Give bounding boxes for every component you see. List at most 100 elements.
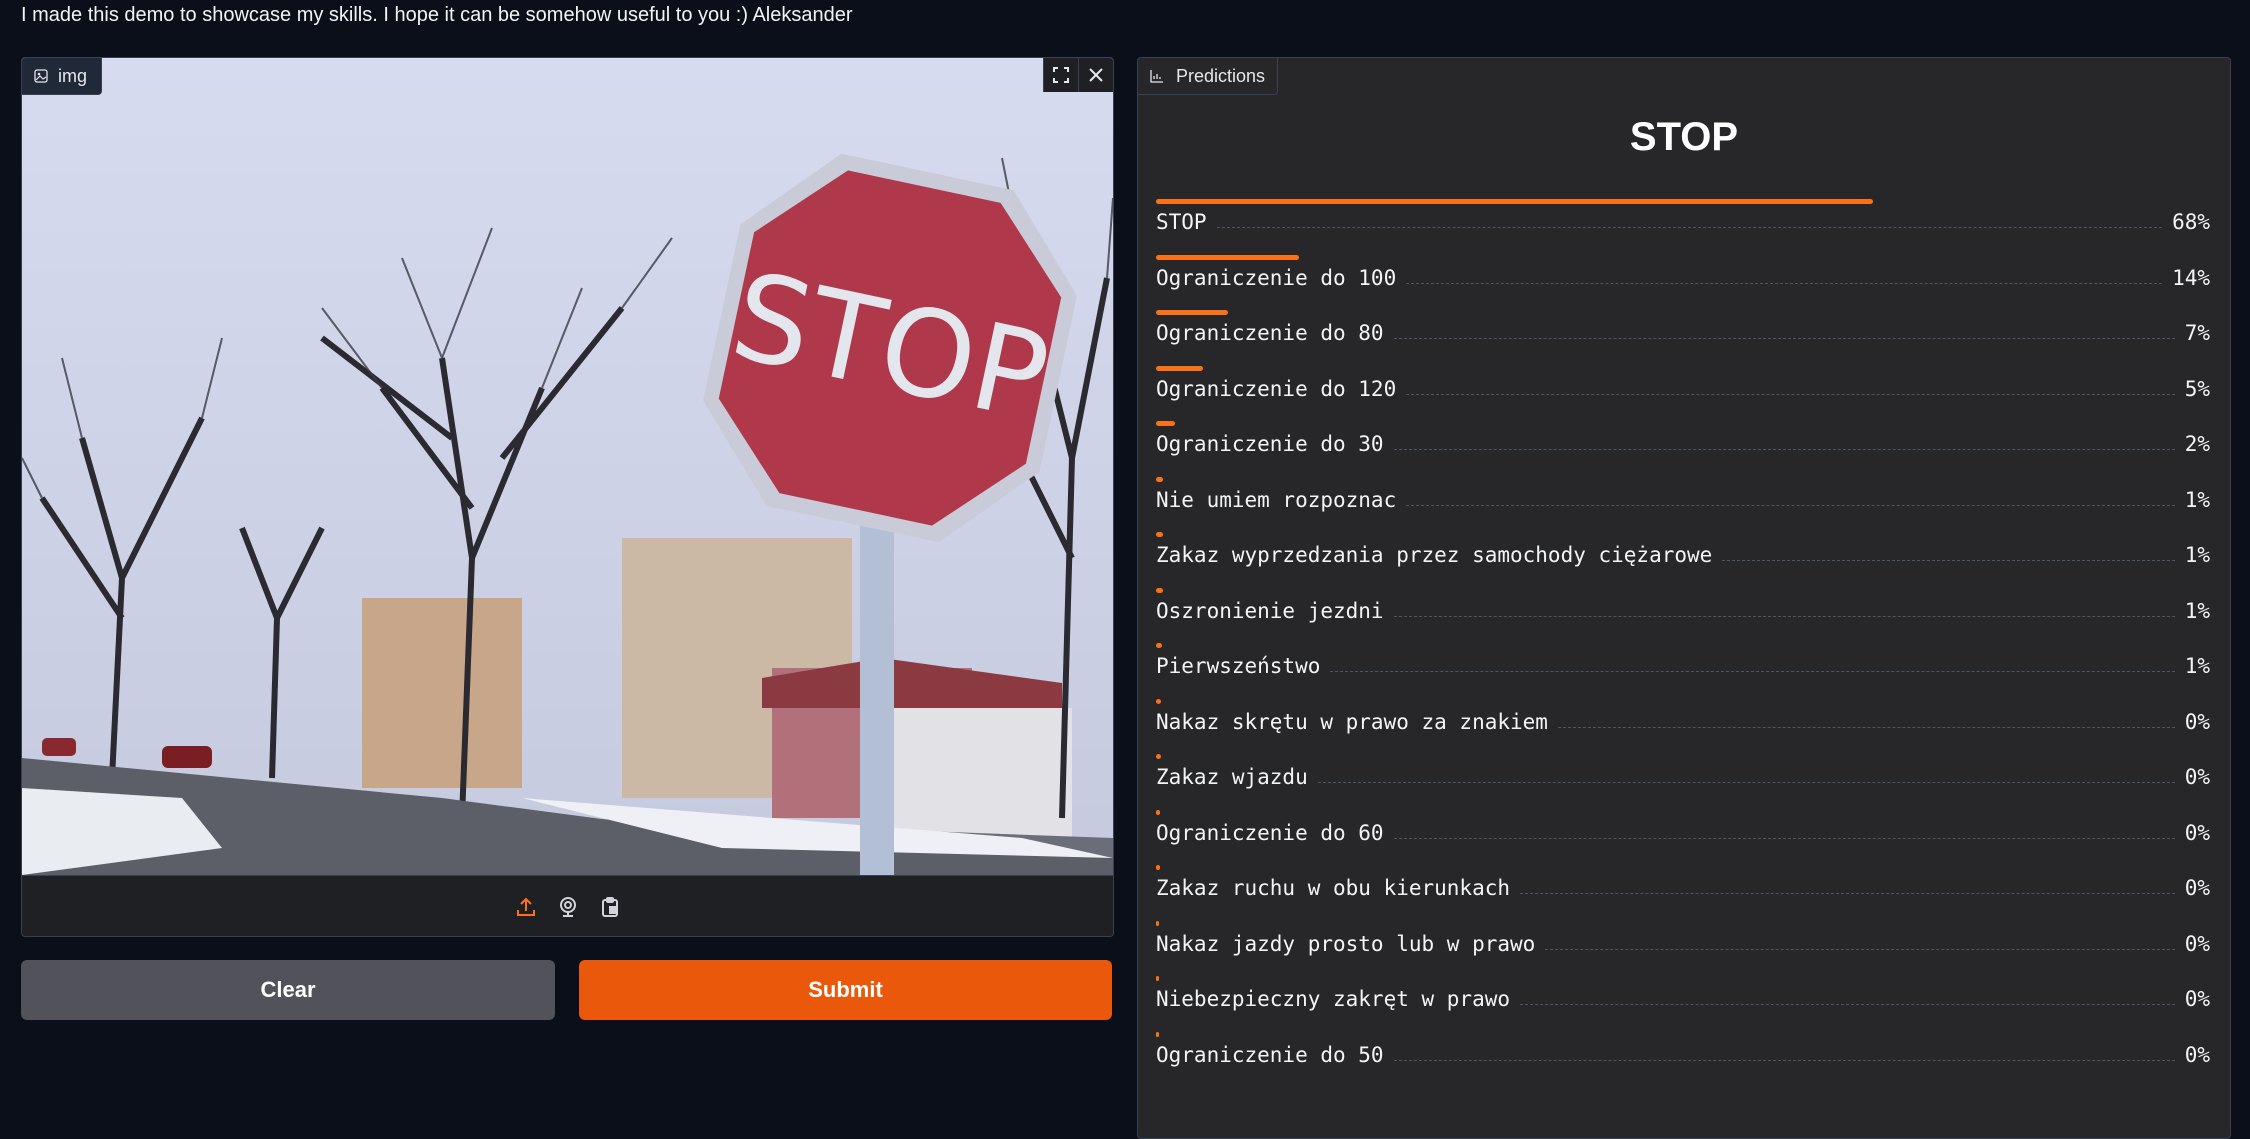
- image-actions: [1043, 58, 1113, 92]
- prediction-value: 7%: [2184, 321, 2210, 345]
- fullscreen-icon[interactable]: [1043, 58, 1078, 92]
- prediction-row: Niebezpieczny zakręt w prawo 0%: [1156, 976, 2210, 1032]
- prediction-value: 5%: [2184, 376, 2210, 401]
- prediction-value: 0%: [2184, 765, 2210, 789]
- dotted-leader: [1393, 338, 2175, 339]
- prediction-row: Ograniczenie do 80 7%: [1156, 310, 2210, 366]
- prediction-label: Nie umiem rozpoznac: [1156, 487, 1397, 512]
- prediction-label: Ograniczenie do 80: [1156, 321, 1384, 345]
- prediction-value: 0%: [2184, 987, 2210, 1011]
- intro-text: I made this demo to showcase my skills. …: [21, 4, 853, 26]
- image-source-toolbar: [22, 875, 1113, 936]
- prediction-value: 68%: [2172, 210, 2210, 234]
- prediction-value: 0%: [2184, 931, 2210, 956]
- image-icon: [34, 69, 48, 83]
- dotted-leader: [1317, 782, 2175, 783]
- input-photo: STOP: [22, 58, 1113, 875]
- confidence-bar: [1156, 920, 1159, 926]
- prediction-row: Oszronienie jezdni 1%: [1156, 587, 2210, 644]
- confidence-bar: [1156, 365, 1203, 371]
- prediction-row: Pierwszeństwo 1%: [1156, 643, 2210, 699]
- prediction-row: Zakaz wyprzedzania przez samochody cięża…: [1156, 532, 2210, 588]
- prediction-label: Zakaz wyprzedzania przez samochody cięża…: [1156, 543, 1713, 567]
- prediction-label: Niebezpieczny zakręt w prawo: [1156, 987, 1511, 1011]
- dotted-leader: [1393, 837, 2175, 839]
- confidence-bar: [1156, 1031, 1159, 1037]
- prediction-label: Pierwszeństwo: [1156, 654, 1321, 678]
- prediction-label: Nakaz skrętu w prawo za znakiem: [1156, 709, 1548, 734]
- prediction-label: Ograniczenie do 50: [1156, 1042, 1384, 1067]
- confidence-bar: [1156, 754, 1161, 759]
- submit-button[interactable]: Submit: [579, 960, 1112, 1020]
- dotted-leader: [1406, 393, 2175, 395]
- image-label: img: [22, 58, 103, 95]
- prediction-label: Nakaz jazdy prosto lub w prawo: [1156, 931, 1536, 956]
- confidence-bar: [1156, 421, 1175, 426]
- dotted-leader: [1406, 282, 2163, 284]
- prediction-row: Ograniczenie do 60 0%: [1156, 809, 2210, 866]
- prediction-row: Zakaz wjazdu 0%: [1156, 754, 2210, 810]
- close-icon[interactable]: [1078, 58, 1113, 92]
- prediction-label: STOP: [1156, 210, 1207, 234]
- prediction-value: 1%: [2184, 598, 2210, 623]
- prediction-value: 0%: [2184, 1042, 2210, 1067]
- confidence-bar: [1156, 698, 1161, 704]
- confidence-bar: [1156, 310, 1228, 315]
- dotted-leader: [1393, 615, 2175, 617]
- prediction-row: Nakaz jazdy prosto lub w prawo 0%: [1156, 920, 2210, 977]
- upload-icon[interactable]: [512, 893, 540, 921]
- prediction-value: 1%: [2184, 654, 2210, 678]
- confidence-bar: [1156, 587, 1163, 593]
- prediction-value: 0%: [2184, 709, 2210, 734]
- prediction-row: STOP 68%: [1156, 199, 2210, 255]
- confidence-bar: [1156, 643, 1162, 648]
- prediction-value: 0%: [2184, 820, 2210, 845]
- confidence-bar: [1156, 809, 1160, 815]
- prediction-value: 1%: [2184, 543, 2210, 567]
- confidence-bar: [1156, 254, 1299, 260]
- prediction-list: STOP 68% Ograniczenie do 100 14% Ograniczeni…: [1156, 199, 2210, 1087]
- prediction-label: Ograniczenie do 30: [1156, 432, 1384, 456]
- prediction-row: Ograniczenie do 100 14%: [1156, 254, 2210, 311]
- prediction-label: Zakaz wjazdu: [1156, 765, 1308, 789]
- prediction-value: 1%: [2184, 487, 2210, 512]
- dotted-leader: [1545, 948, 2175, 950]
- prediction-row: Nakaz skrętu w prawo za znakiem 0%: [1156, 698, 2210, 755]
- bar-chart-icon: [1150, 70, 1163, 83]
- prediction-row: Nie umiem rozpoznac 1%: [1156, 476, 2210, 533]
- prediction-value: 2%: [2184, 432, 2210, 456]
- dotted-leader: [1557, 726, 2175, 728]
- prediction-row: Ograniczenie do 120 5%: [1156, 365, 2210, 422]
- prediction-label: Oszronienie jezdni: [1156, 598, 1384, 623]
- webcam-icon[interactable]: [554, 893, 582, 921]
- confidence-bar: [1156, 976, 1159, 981]
- prediction-value: 0%: [2184, 876, 2210, 900]
- dotted-leader: [1330, 671, 2175, 672]
- prediction-row: Ograniczenie do 30 2%: [1156, 421, 2210, 477]
- image-input-panel[interactable]: STOP img: [21, 57, 1114, 937]
- dotted-leader: [1216, 227, 2163, 228]
- clipboard-icon[interactable]: [596, 893, 624, 921]
- prediction-value: 14%: [2172, 265, 2210, 290]
- prediction-label: Zakaz ruchu w obu kierunkach: [1156, 876, 1511, 900]
- dotted-leader: [1406, 504, 2175, 506]
- dotted-leader: [1722, 560, 2175, 561]
- image-label-text: img: [58, 65, 88, 86]
- confidence-bar: [1156, 865, 1160, 870]
- prediction-label: Ograniczenie do 60: [1156, 820, 1384, 845]
- dotted-leader: [1520, 893, 2175, 894]
- predictions-tab: Predictions: [1138, 58, 1279, 95]
- prediction-label: Ograniczenie do 100: [1156, 265, 1397, 290]
- top-prediction-label: STOP: [1629, 115, 1739, 159]
- prediction-row: Zakaz ruchu w obu kierunkach 0%: [1156, 865, 2210, 921]
- confidence-bar: [1156, 476, 1163, 482]
- confidence-bar: [1156, 199, 1873, 204]
- dotted-leader: [1393, 449, 2175, 450]
- dotted-leader: [1520, 1004, 2175, 1005]
- prediction-label: Ograniczenie do 120: [1156, 376, 1397, 401]
- confidence-bar: [1156, 532, 1163, 537]
- prediction-row: Ograniczenie do 50 0%: [1156, 1031, 2210, 1088]
- predictions-panel: Predictions STOP STOP 68% Ograniczenie do …: [1137, 57, 2231, 1139]
- dotted-leader: [1393, 1059, 2175, 1061]
- clear-button[interactable]: Clear: [21, 960, 555, 1020]
